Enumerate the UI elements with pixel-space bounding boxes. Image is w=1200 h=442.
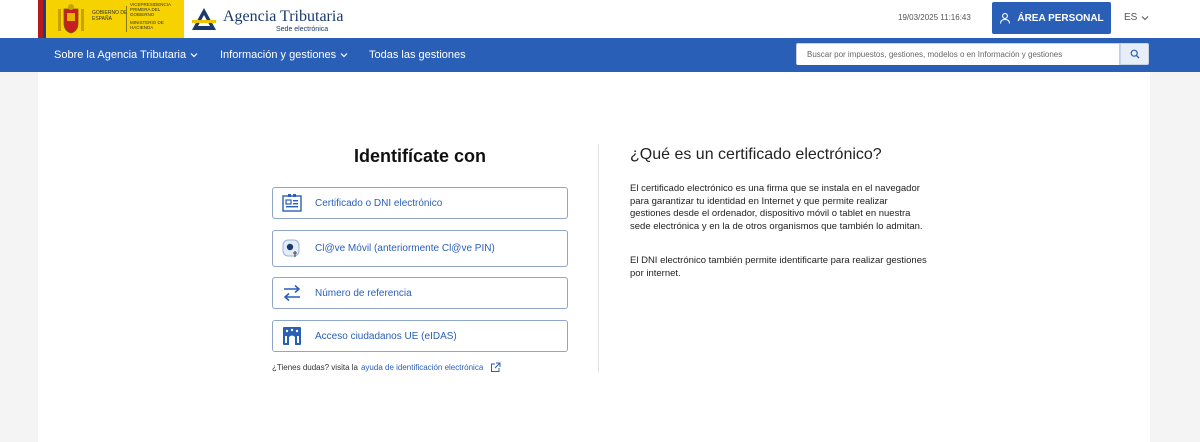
external-link-icon[interactable] [490, 362, 501, 373]
clave-movil-icon [281, 238, 303, 260]
nav-item-todas-gestiones[interactable]: Todas las gestiones [369, 49, 466, 61]
option-label: Cl@ve Móvil (anteriormente Cl@ve PIN) [315, 243, 495, 254]
ministry-text: VICEPRESIDENCIA PRIMERA DEL GOBIERNO MIN… [130, 2, 182, 30]
language-selector[interactable]: ES [1124, 12, 1149, 23]
search-icon [1130, 49, 1139, 59]
nav-item-label: Información y gestiones [220, 49, 337, 61]
chevron-down-icon [1141, 15, 1149, 20]
option-certificado-dni[interactable]: Certificado o DNI electrónico [272, 187, 568, 219]
info-title: ¿Qué es un certificado electrónico? [630, 146, 882, 163]
agency-mark-icon [192, 8, 216, 30]
exchange-arrows-icon [281, 282, 303, 304]
search-field[interactable] [796, 43, 1120, 65]
search-button[interactable] [1120, 43, 1149, 65]
government-logo[interactable]: GOBIERNO DE ESPAÑA VICEPRESIDENCIA PRIME… [38, 0, 184, 38]
datetime-label: 19/03/2025 11:16:43 [898, 13, 971, 22]
option-label: Certificado o DNI electrónico [315, 197, 443, 209]
certificate-icon [281, 192, 303, 214]
agencia-tributaria-logo[interactable]: Agencia Tributaria Sede electrónica [190, 4, 344, 34]
column-divider [598, 144, 599, 372]
nav-item-label: Sobre la Agencia Tributaria [54, 49, 187, 61]
option-label: Acceso ciudadanos UE (eIDAS) [315, 330, 457, 342]
search-input[interactable] [797, 44, 1119, 65]
top-header: GOBIERNO DE ESPAÑA VICEPRESIDENCIA PRIME… [0, 0, 1200, 38]
info-paragraph: El certificado electrónico es una firma … [630, 183, 923, 232]
help-line: ¿Tienes dudas? visita la ayuda de identi… [272, 362, 501, 373]
nav-item-sobre-agencia[interactable]: Sobre la Agencia Tributaria [54, 49, 198, 61]
coat-of-arms-icon [58, 4, 84, 34]
chevron-down-icon [340, 53, 348, 58]
info-paragraph: El DNI electrónico también permite ident… [630, 255, 927, 279]
help-link[interactable]: ayuda de identificación electrónica [361, 363, 483, 372]
ministry-label: MINISTERIO DE HACIENDA [130, 20, 164, 30]
eu-building-icon [281, 325, 303, 347]
option-numero-referencia[interactable]: Número de referencia [272, 277, 568, 309]
option-clave-movil[interactable]: Cl@ve Móvil (anteriormente Cl@ve PIN) [272, 230, 568, 267]
main-content: Identifícate con Certificado o DNI elect… [38, 72, 1150, 442]
language-label: ES [1124, 12, 1138, 23]
agency-name: Agencia Tributaria [223, 8, 344, 25]
nav-item-label: Todas las gestiones [369, 49, 466, 61]
agency-subtitle: Sede electrónica [276, 26, 329, 33]
area-personal-label: ÁREA PERSONAL [1017, 12, 1104, 24]
help-prefix: ¿Tienes dudas? visita la [272, 363, 358, 372]
area-personal-button[interactable]: ÁREA PERSONAL [992, 2, 1111, 34]
vicepresidency-label: VICEPRESIDENCIA PRIMERA DEL GOBIERNO [130, 2, 171, 17]
main-navbar: Sobre la Agencia Tributaria Información … [0, 38, 1200, 72]
spain-flag-strip [38, 0, 46, 38]
option-eidas[interactable]: Acceso ciudadanos UE (eIDAS) [272, 320, 568, 352]
nav-item-informacion-gestiones[interactable]: Información y gestiones [220, 49, 348, 61]
user-icon [1000, 13, 1011, 24]
gov-text: GOBIERNO DE ESPAÑA [92, 10, 128, 22]
gov-separator [126, 6, 127, 32]
option-label: Número de referencia [315, 287, 412, 299]
chevron-down-icon [190, 53, 198, 58]
